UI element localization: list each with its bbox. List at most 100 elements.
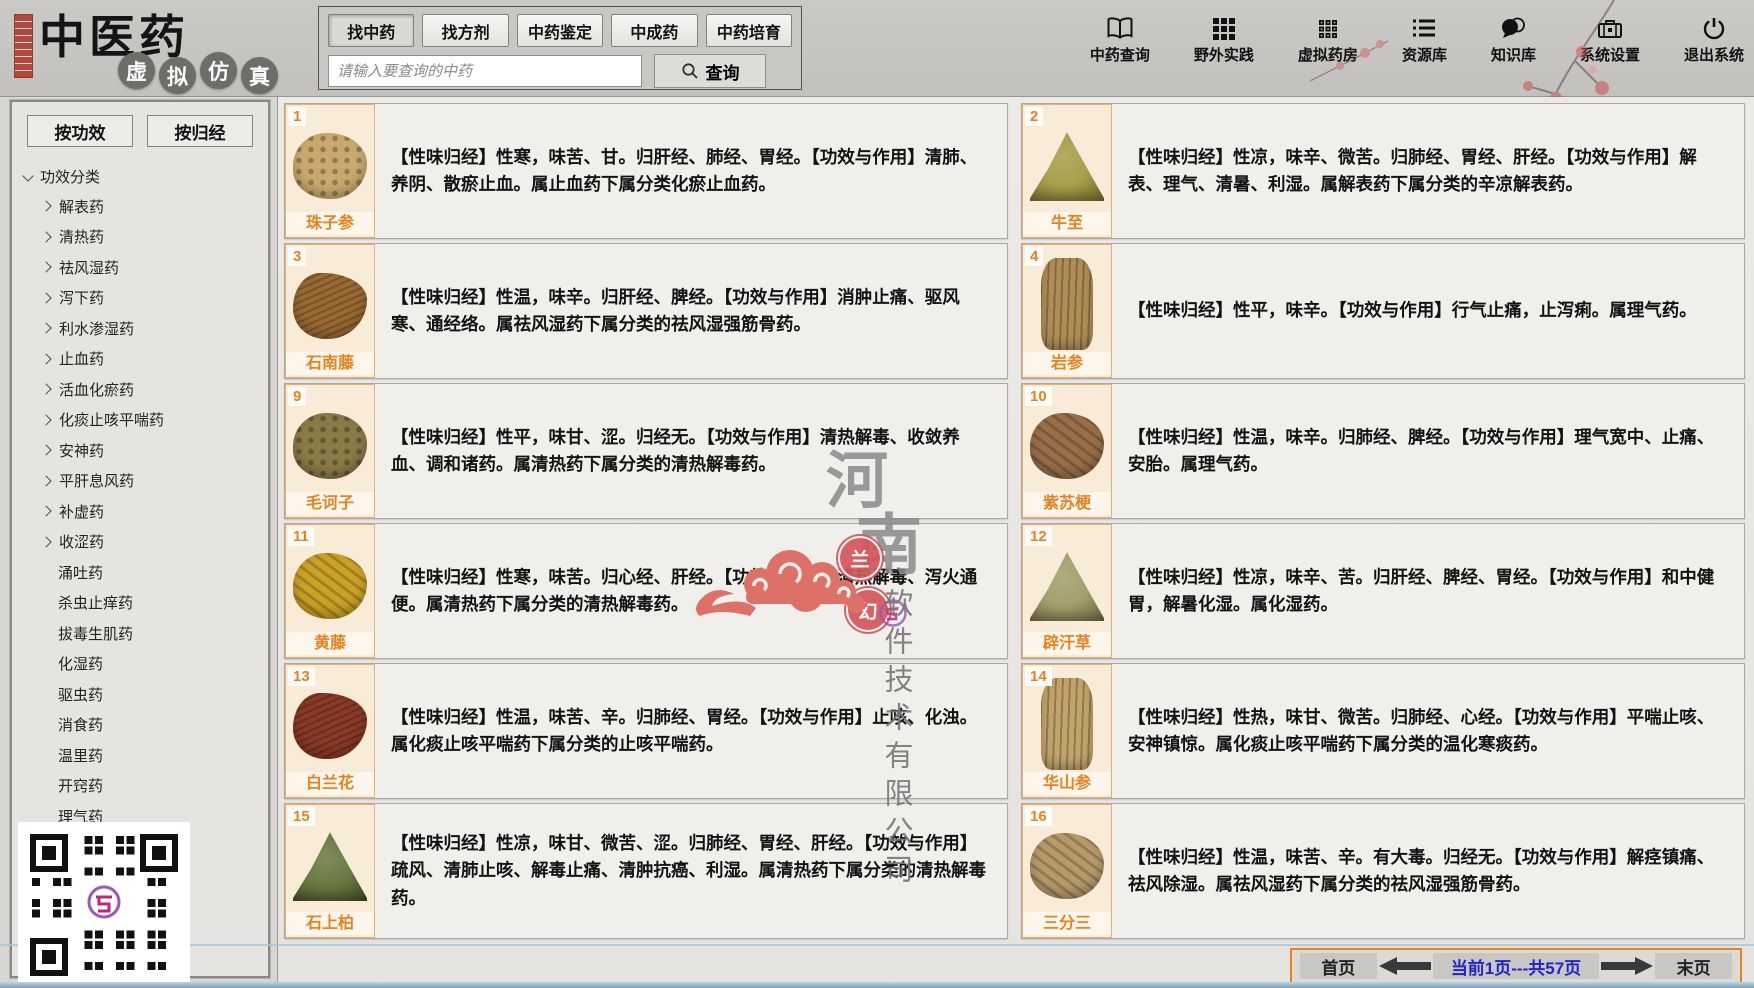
sidebar-item[interactable]: 消食药 xyxy=(20,710,268,741)
herb-photo xyxy=(1030,413,1104,479)
sidebar-item[interactable]: 拔毒生肌药 xyxy=(20,618,268,649)
chat-icon xyxy=(1500,16,1526,40)
query-row: 查询 xyxy=(319,51,801,91)
herb-description: 【性味归经】性寒，味苦、甘。归肝经、肺经、胃经。【功效与作用】清肺、养阴、散瘀止… xyxy=(375,104,1007,238)
prev-page-arrow-icon[interactable] xyxy=(1377,955,1433,977)
herb-card[interactable]: 2 牛至 【性味归经】性凉，味辛、微苦。归肺经、胃经、肝经。【功效与作用】解表、… xyxy=(1021,103,1745,239)
app-subtitle: 虚拟仿真 xyxy=(118,52,282,94)
sidebar-item[interactable]: 平肝息风药 xyxy=(20,466,268,497)
herb-card[interactable]: 3 石南藤 【性味归经】性温，味辛。归肝经、脾经。【功效与作用】消肿止痛、驱风寒… xyxy=(284,243,1008,379)
filter-by-effect-button[interactable]: 按功效 xyxy=(27,115,133,147)
nav-item-virtual-pharmacy[interactable]: 虚拟药房 xyxy=(1298,16,1358,65)
sidebar-item[interactable]: 涌吐药 xyxy=(20,557,268,588)
search-panel: 找中药找方剂中药鉴定中成药中药培育 查询 xyxy=(318,6,802,90)
search-button[interactable]: 查询 xyxy=(654,54,766,88)
herb-image-panel[interactable]: 9 毛诃子 xyxy=(285,384,375,518)
sidebar-item[interactable]: 止血药 xyxy=(20,344,268,375)
search-tab[interactable]: 找方剂 xyxy=(422,14,508,47)
sidebar-item[interactable]: 安神药 xyxy=(20,435,268,466)
filter-by-meridian-button[interactable]: 按归经 xyxy=(147,115,253,147)
herb-photo xyxy=(293,693,367,759)
power-icon xyxy=(1702,16,1726,40)
herb-name: 三分三 xyxy=(1023,912,1111,935)
last-page-button[interactable]: 末页 xyxy=(1655,953,1732,979)
nav-label: 资源库 xyxy=(1402,44,1447,65)
herb-name: 牛至 xyxy=(1023,212,1111,235)
nav-item-herb-query[interactable]: 中药查询 xyxy=(1090,16,1150,65)
herb-image-panel[interactable]: 15 石上柏 xyxy=(285,804,375,938)
herb-card[interactable]: 12 辟汗草 【性味归经】性凉，味辛、苦。归肝经、脾经、胃经。【功效与作用】和中… xyxy=(1021,523,1745,659)
herb-card[interactable]: 15 石上柏 【性味归经】性凉，味甘、微苦、涩。归肺经、胃经、肝经。【功效与作用… xyxy=(284,803,1008,939)
sidebar-item[interactable]: 利水渗湿药 xyxy=(20,313,268,344)
herb-card[interactable]: 4 岩参 【性味归经】性平，味辛。【功效与作用】行气止痛，止泻痢。属理气药。 xyxy=(1021,243,1745,379)
herb-photo xyxy=(293,273,367,339)
herb-image-panel[interactable]: 4 岩参 xyxy=(1022,244,1112,378)
next-page-arrow-icon[interactable] xyxy=(1599,955,1655,977)
herb-grid: 1 珠子参 【性味归经】性寒，味苦、甘。归肝经、肺经、胃经。【功效与作用】清肺、… xyxy=(284,103,1745,939)
herb-photo xyxy=(1041,258,1093,350)
nav-item-field-practice[interactable]: 野外实践 xyxy=(1194,16,1254,65)
sidebar-item[interactable]: 活血化瘀药 xyxy=(20,374,268,405)
sidebar-item[interactable]: 化痰止咳平喘药 xyxy=(20,405,268,436)
herb-card[interactable]: 14 华山参 【性味归经】性热，味甘、微苦。归肺经、心经。【功效与作用】平喘止咳… xyxy=(1021,663,1745,799)
search-tab[interactable]: 中药鉴定 xyxy=(517,14,603,47)
herb-number: 4 xyxy=(1025,247,1043,266)
herb-card[interactable]: 9 毛诃子 【性味归经】性平，味甘、涩。归经无。【功效与作用】清热解毒、收敛养血… xyxy=(284,383,1008,519)
herb-card[interactable]: 1 珠子参 【性味归经】性寒，味苦、甘。归肝经、肺经、胃经。【功效与作用】清肺、… xyxy=(284,103,1008,239)
grid-icon xyxy=(1212,16,1236,40)
herb-image-panel[interactable]: 16 三分三 xyxy=(1022,804,1112,938)
herb-card[interactable]: 16 三分三 【性味归经】性温，味苦、辛。有大毒。归经无。【功效与作用】解痉镇痛… xyxy=(1021,803,1745,939)
herb-image-panel[interactable]: 10 紫苏梗 xyxy=(1022,384,1112,518)
app-window: 中医药 虚拟仿真 找中药找方剂中药鉴定中成药中药培育 查询 xyxy=(0,0,1754,988)
sidebar-item-label: 化痰止咳平喘药 xyxy=(59,409,164,430)
sidebar-item[interactable]: 开窍药 xyxy=(20,771,268,802)
herb-photo xyxy=(293,413,367,479)
herb-description: 【性味归经】性凉，味辛、苦。归肝经、脾经、胃经。【功效与作用】和中健胃，解暑化湿… xyxy=(1112,524,1744,658)
sidebar-item[interactable]: 解表药 xyxy=(20,191,268,222)
sidebar-item-label: 解表药 xyxy=(59,196,104,217)
herb-number: 10 xyxy=(1025,387,1052,406)
sidebar-item[interactable]: 清热药 xyxy=(20,222,268,253)
nav-item-exit-system[interactable]: 退出系统 xyxy=(1684,16,1744,65)
nav-item-resource-library[interactable]: 资源库 xyxy=(1402,16,1447,65)
herb-image-panel[interactable]: 1 珠子参 xyxy=(285,104,375,238)
sidebar-item[interactable]: 补虚药 xyxy=(20,496,268,527)
sidebar-item-label: 开窍药 xyxy=(58,775,103,796)
bottom-divider xyxy=(0,944,1754,946)
filter-buttons: 按功效 按归经 xyxy=(12,115,268,147)
sidebar-item[interactable]: 泻下药 xyxy=(20,283,268,314)
sidebar-item[interactable]: 收涩药 xyxy=(20,527,268,558)
tree-root-node[interactable]: 功效分类 xyxy=(20,161,268,191)
chevron-down-icon xyxy=(22,170,33,181)
first-page-button[interactable]: 首页 xyxy=(1300,953,1377,979)
herb-card[interactable]: 11 黄藤 【性味归经】性寒，味苦。归心经、肝经。【功效与作用】清热解毒、泻火通… xyxy=(284,523,1008,659)
qr-code-panel: 扫码进兰幻官网 xyxy=(18,822,190,988)
nav-item-knowledge-base[interactable]: 知识库 xyxy=(1491,16,1536,65)
pagination-bar: 首页 当前1页---共57页 末页 xyxy=(1290,948,1742,984)
search-tab[interactable]: 中药培育 xyxy=(706,14,792,47)
herb-card[interactable]: 10 紫苏梗 【性味归经】性温，味辛。归肺经、脾经。【功效与作用】理气宽中、止痛… xyxy=(1021,383,1745,519)
nav-label: 系统设置 xyxy=(1580,44,1640,65)
chevron-right-icon xyxy=(40,414,51,425)
herb-image-panel[interactable]: 2 牛至 xyxy=(1022,104,1112,238)
herb-image-panel[interactable]: 14 华山参 xyxy=(1022,664,1112,798)
herb-name: 华山参 xyxy=(1023,772,1111,795)
sidebar-item[interactable]: 温里药 xyxy=(20,740,268,771)
nav-label: 知识库 xyxy=(1491,44,1536,65)
herb-image-panel[interactable]: 3 石南藤 xyxy=(285,244,375,378)
herb-card[interactable]: 13 白兰花 【性味归经】性温，味苦、辛。归肺经、胃经。【功效与作用】止咳、化浊… xyxy=(284,663,1008,799)
herb-image-panel[interactable]: 11 黄藤 xyxy=(285,524,375,658)
sidebar-item-label: 补虚药 xyxy=(59,501,104,522)
search-tab[interactable]: 中成药 xyxy=(611,14,697,47)
sidebar-item[interactable]: 驱虫药 xyxy=(20,679,268,710)
search-input[interactable] xyxy=(328,55,642,87)
search-tab[interactable]: 找中药 xyxy=(328,14,414,47)
nav-item-system-settings[interactable]: 系统设置 xyxy=(1580,16,1640,65)
herb-image-panel[interactable]: 12 辟汗草 xyxy=(1022,524,1112,658)
herb-name: 石上柏 xyxy=(286,912,374,935)
sidebar-item[interactable]: 祛风湿药 xyxy=(20,252,268,283)
herb-image-panel[interactable]: 13 白兰花 xyxy=(285,664,375,798)
sidebar-item[interactable]: 杀虫止痒药 xyxy=(20,588,268,619)
sidebar-item[interactable]: 化湿药 xyxy=(20,649,268,680)
herb-photo xyxy=(1030,833,1104,899)
